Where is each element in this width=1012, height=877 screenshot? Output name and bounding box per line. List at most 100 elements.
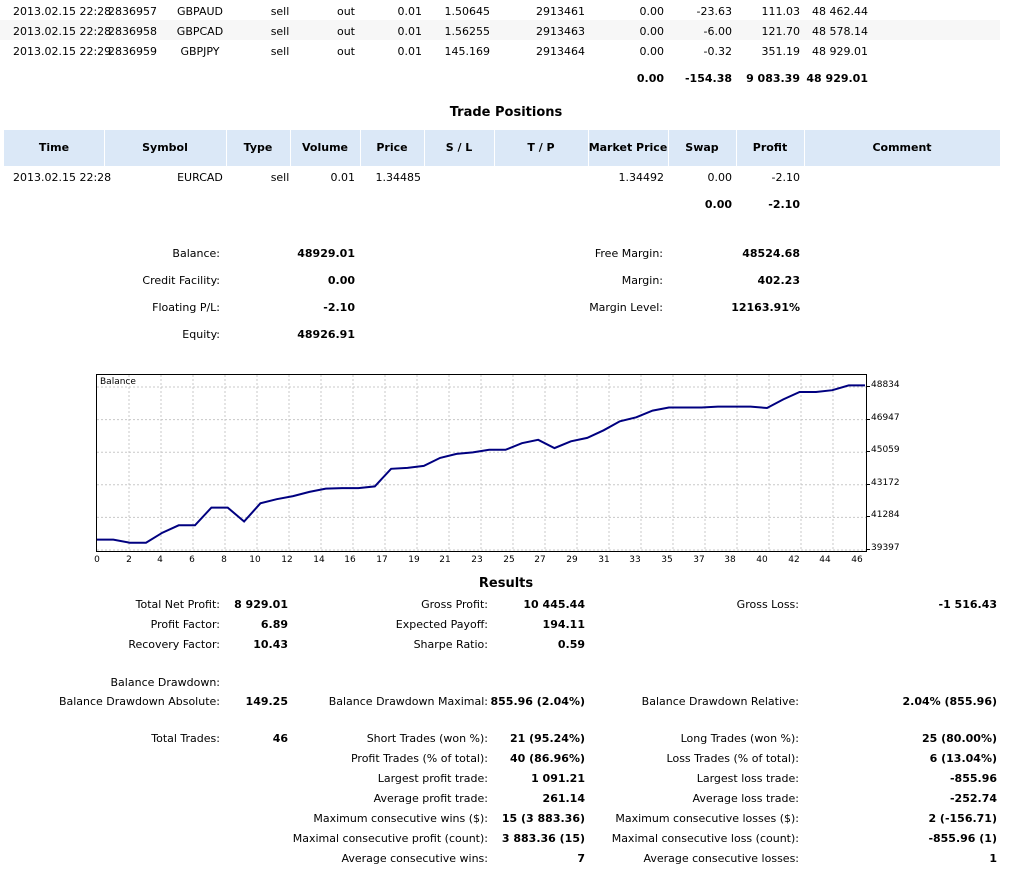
chart-x-tick-label: 12: [281, 555, 293, 565]
position-cell-volume: 0.01: [330, 171, 356, 184]
chart-y-tick-label: 39397: [871, 543, 900, 553]
deal-cell-commission: 0.00: [639, 5, 665, 18]
total-trades-label: Total Trades:: [151, 732, 220, 745]
bd-maximal-label: Balance Drawdown Maximal:: [328, 695, 488, 708]
credit-label: Credit Facility:: [142, 274, 220, 287]
maximal-consec-profit-label: Maximal consecutive profit (count):: [292, 832, 488, 845]
maximal-consec-profit-value: 3 883.36 (15): [501, 832, 585, 845]
chart-x-tick-label: 6: [189, 555, 195, 565]
position-cell-time: 2013.02.15 22:28: [13, 171, 112, 184]
deal-cell-price: 1.50645: [444, 5, 491, 18]
chart-x-tick-label: 44: [819, 555, 831, 565]
header-separator: [290, 130, 291, 166]
avg-loss-value: -252.74: [949, 792, 997, 805]
deal-cell-commission: 0.00: [639, 25, 665, 38]
header-separator: [494, 130, 495, 166]
position-cell-symbol: EURCAD: [177, 171, 223, 184]
total-net-profit-label: Total Net Profit:: [135, 598, 220, 611]
chart-y-tick-label: 41284: [871, 510, 900, 520]
deal-cell-profit: 111.03: [761, 5, 801, 18]
profit-factor-value: 6.89: [260, 618, 288, 631]
header-separator: [804, 130, 805, 166]
chart-x-tick-label: 21: [439, 555, 451, 565]
chart-y-tick-label: 46947: [871, 413, 900, 423]
header-separator: [226, 130, 227, 166]
long-trades-label: Long Trades (won %):: [680, 732, 799, 745]
deal-cell-swap: -6.00: [703, 25, 732, 38]
free-margin-label: Free Margin:: [594, 247, 663, 260]
bd-relative-value: 2.04% (855.96): [902, 695, 998, 708]
deal-cell-volume: 0.01: [397, 5, 423, 18]
avg-consec-losses-value: 1: [989, 852, 997, 865]
maximal-consec-loss-label: Maximal consecutive loss (count):: [611, 832, 799, 845]
deal-cell-order: 2913464: [536, 45, 585, 58]
profit-trades-label: Profit Trades (% of total):: [350, 752, 488, 765]
deal-cell-direction: out: [336, 45, 355, 58]
maximal-consec-loss-value: -855.96 (1): [928, 832, 997, 845]
chart-title: Balance: [100, 377, 136, 387]
margin-label: Margin:: [621, 274, 663, 287]
deal-cell-balance: 48 462.44: [812, 5, 868, 18]
chart-y-tick-mark: [866, 516, 870, 517]
expected-payoff-label: Expected Payoff:: [395, 618, 488, 631]
max-consec-wins-label: Maximum consecutive wins ($):: [313, 812, 488, 825]
avg-consec-losses-label: Average consecutive losses:: [643, 852, 799, 865]
avg-profit-value: 261.14: [542, 792, 585, 805]
positions-header-cell: Price: [376, 141, 408, 154]
deal-cell-type: sell: [270, 25, 290, 38]
chart-x-tick-label: 2: [126, 555, 132, 565]
positions-header-cell: Symbol: [142, 141, 188, 154]
positions-header-cell: Time: [38, 141, 70, 154]
positions-header-cell: S / L: [445, 141, 473, 154]
deal-cell-profit: 121.70: [761, 25, 801, 38]
chart-x-tick-label: 40: [756, 555, 768, 565]
balance-chart-plot: [97, 375, 866, 551]
chart-x-tick-label: 25: [503, 555, 515, 565]
gross-profit-label: Gross Profit:: [421, 598, 488, 611]
gross-loss-label: Gross Loss:: [736, 598, 799, 611]
floating-pl-value: -2.10: [323, 301, 355, 314]
deal-cell-type: sell: [270, 5, 290, 18]
chart-x-tick-label: 35: [661, 555, 673, 565]
gross-profit-value: 10 445.44: [523, 598, 585, 611]
chart-x-tick-label: 37: [693, 555, 705, 565]
loss-trades-label: Loss Trades (% of total):: [666, 752, 799, 765]
deal-cell-balance: 48 929.01: [812, 45, 868, 58]
total-trades-value: 46: [272, 732, 288, 745]
floating-pl-label: Floating P/L:: [152, 301, 220, 314]
largest-loss-label: Largest loss trade:: [696, 772, 799, 785]
header-separator: [424, 130, 425, 166]
deal-cell-commission: 0.00: [639, 45, 665, 58]
positions-header-cell: Swap: [685, 141, 719, 154]
max-consec-losses-value: 2 (-156.71): [928, 812, 997, 825]
deals-total-swap: -154.38: [684, 72, 732, 85]
deal-cell-balance: 48 578.14: [812, 25, 868, 38]
deals-total-profit: 9 083.39: [746, 72, 800, 85]
max-consec-losses-label: Maximum consecutive losses ($):: [615, 812, 799, 825]
avg-profit-label: Average profit trade:: [373, 792, 488, 805]
position-cell-type: sell: [270, 171, 290, 184]
position-cell-price: 1.34485: [375, 171, 422, 184]
long-trades-value: 25 (80.00%): [921, 732, 997, 745]
deal-cell-symbol: GBPCAD: [176, 25, 224, 38]
deal-cell-type: sell: [270, 45, 290, 58]
avg-consec-wins-label: Average consecutive wins:: [341, 852, 488, 865]
chart-x-tick-label: 17: [376, 555, 388, 565]
avg-loss-label: Average loss trade:: [692, 792, 799, 805]
chart-x-tick-label: 38: [724, 555, 736, 565]
chart-y-tick-mark: [866, 386, 870, 387]
chart-x-tick-label: 10: [249, 555, 261, 565]
credit-value: 0.00: [327, 274, 355, 287]
positions-header-cell: Volume: [302, 141, 348, 154]
deal-cell-profit: 351.19: [761, 45, 801, 58]
sharpe-ratio-value: 0.59: [557, 638, 585, 651]
bd-maximal-value: 855.96 (2.04%): [490, 695, 586, 708]
bd-absolute-label: Balance Drawdown Absolute:: [58, 695, 220, 708]
deal-cell-price: 1.56255: [444, 25, 491, 38]
short-trades-label: Short Trades (won %):: [366, 732, 488, 745]
positions-total-profit: -2.10: [768, 198, 800, 211]
deal-cell-time: 2013.02.15 22:28: [13, 5, 112, 18]
deal-cell-volume: 0.01: [397, 25, 423, 38]
chart-x-tick-label: 27: [534, 555, 546, 565]
header-separator: [668, 130, 669, 166]
